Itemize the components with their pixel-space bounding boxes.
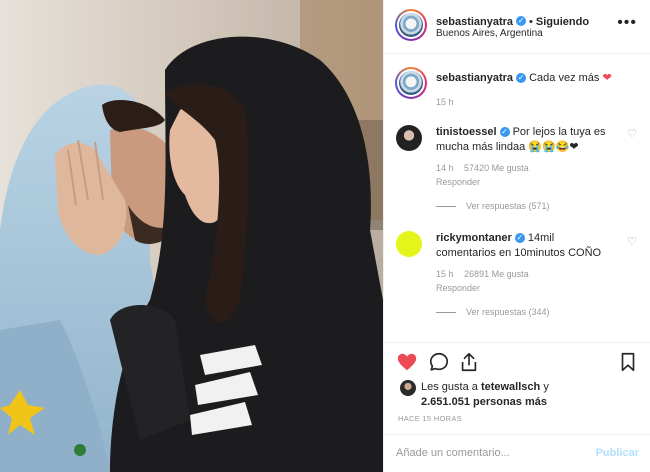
likes-prefix: Les gusta a — [421, 381, 478, 393]
post-timestamp: HACE 15 HORAS — [398, 414, 462, 423]
heart-icon — [397, 353, 417, 371]
view-replies-button[interactable]: Ver respuestas (571) — [436, 201, 550, 211]
post-header: sebastianyatra ✓ • Siguiendo Buenos Aires, … — [384, 0, 650, 54]
comment-like-icon[interactable]: ♡ — [627, 127, 637, 140]
view-replies-label: Ver respuestas (571) — [466, 201, 550, 211]
bookmark-icon — [621, 352, 635, 372]
publish-button[interactable]: Publicar — [596, 447, 639, 459]
comment-likes[interactable]: 57420 Me gusta — [464, 163, 529, 173]
red-heart-emoji: ❤ — [602, 72, 612, 84]
liker-avatar[interactable] — [400, 380, 416, 396]
commenter-username[interactable]: tinistoessel — [436, 126, 497, 138]
add-comment-bar: Añade un comentario... Publicar — [384, 434, 650, 472]
comment-button[interactable] — [428, 351, 450, 373]
post-actions: Les gusta a tetewallsch y 2.651.051 pers… — [384, 342, 650, 472]
share-button[interactable] — [458, 351, 480, 373]
comment-like-icon[interactable]: ♡ — [627, 235, 637, 248]
likes-conj: y — [543, 381, 549, 393]
author-username[interactable]: sebastianyatra — [436, 16, 513, 28]
likes-count[interactable]: 2.651.051 personas más — [421, 396, 547, 408]
post-location[interactable]: Buenos Aires, Argentina — [436, 28, 543, 39]
verified-icon: ✓ — [499, 127, 510, 138]
separator-dot: • — [529, 16, 533, 28]
add-comment-input[interactable]: Añade un comentario... — [396, 447, 510, 459]
reply-button[interactable]: Responder — [436, 177, 480, 187]
more-options-icon[interactable]: ••• — [617, 14, 637, 32]
view-replies-label: Ver respuestas (344) — [466, 307, 550, 317]
comment-item: tinistoessel ✓ Por lejos la tuya es mucha… — [384, 117, 650, 227]
caption-text: Cada vez más — [529, 72, 600, 84]
caption-item: sebastianyatra ✓ Cada vez más ❤ 15 h — [384, 55, 650, 115]
like-button[interactable] — [396, 351, 418, 373]
comment-time: 15 h — [436, 269, 454, 279]
likes-summary: Les gusta a tetewallsch y 2.651.051 pers… — [421, 380, 641, 410]
post-side-panel: sebastianyatra ✓ • Siguiendo Buenos Aires, … — [383, 0, 650, 472]
comment-emojis: 😭😭😂❤ — [528, 141, 579, 153]
commenter-avatar[interactable] — [396, 125, 422, 151]
verified-icon: ✓ — [516, 15, 527, 26]
author-avatar[interactable] — [395, 9, 427, 41]
caption-avatar[interactable] — [395, 67, 427, 99]
liker-username[interactable]: tetewallsch — [481, 381, 540, 393]
following-button[interactable]: Siguiendo — [536, 16, 589, 28]
comment-icon — [429, 352, 449, 371]
post-photo[interactable] — [0, 0, 383, 472]
comment-likes[interactable]: 26891 Me gusta — [464, 269, 529, 279]
commenter-avatar[interactable] — [396, 231, 422, 257]
verified-icon: ✓ — [516, 73, 527, 84]
couple-photo-image — [0, 0, 383, 472]
share-icon — [461, 352, 477, 372]
comment-time: 14 h — [436, 163, 454, 173]
verified-icon: ✓ — [514, 233, 525, 244]
save-button[interactable] — [617, 351, 639, 373]
caption-time: 15 h — [436, 97, 454, 107]
view-replies-button[interactable]: Ver respuestas (344) — [436, 307, 550, 317]
comment-item: rickymontaner ✓ 14mil comentarios en 10mi… — [384, 227, 650, 337]
reply-button[interactable]: Responder — [436, 283, 480, 293]
commenter-username[interactable]: rickymontaner — [436, 232, 512, 244]
caption-username[interactable]: sebastianyatra — [436, 72, 513, 84]
comments-list[interactable]: sebastianyatra ✓ Cada vez más ❤ 15 h tini… — [384, 55, 650, 342]
